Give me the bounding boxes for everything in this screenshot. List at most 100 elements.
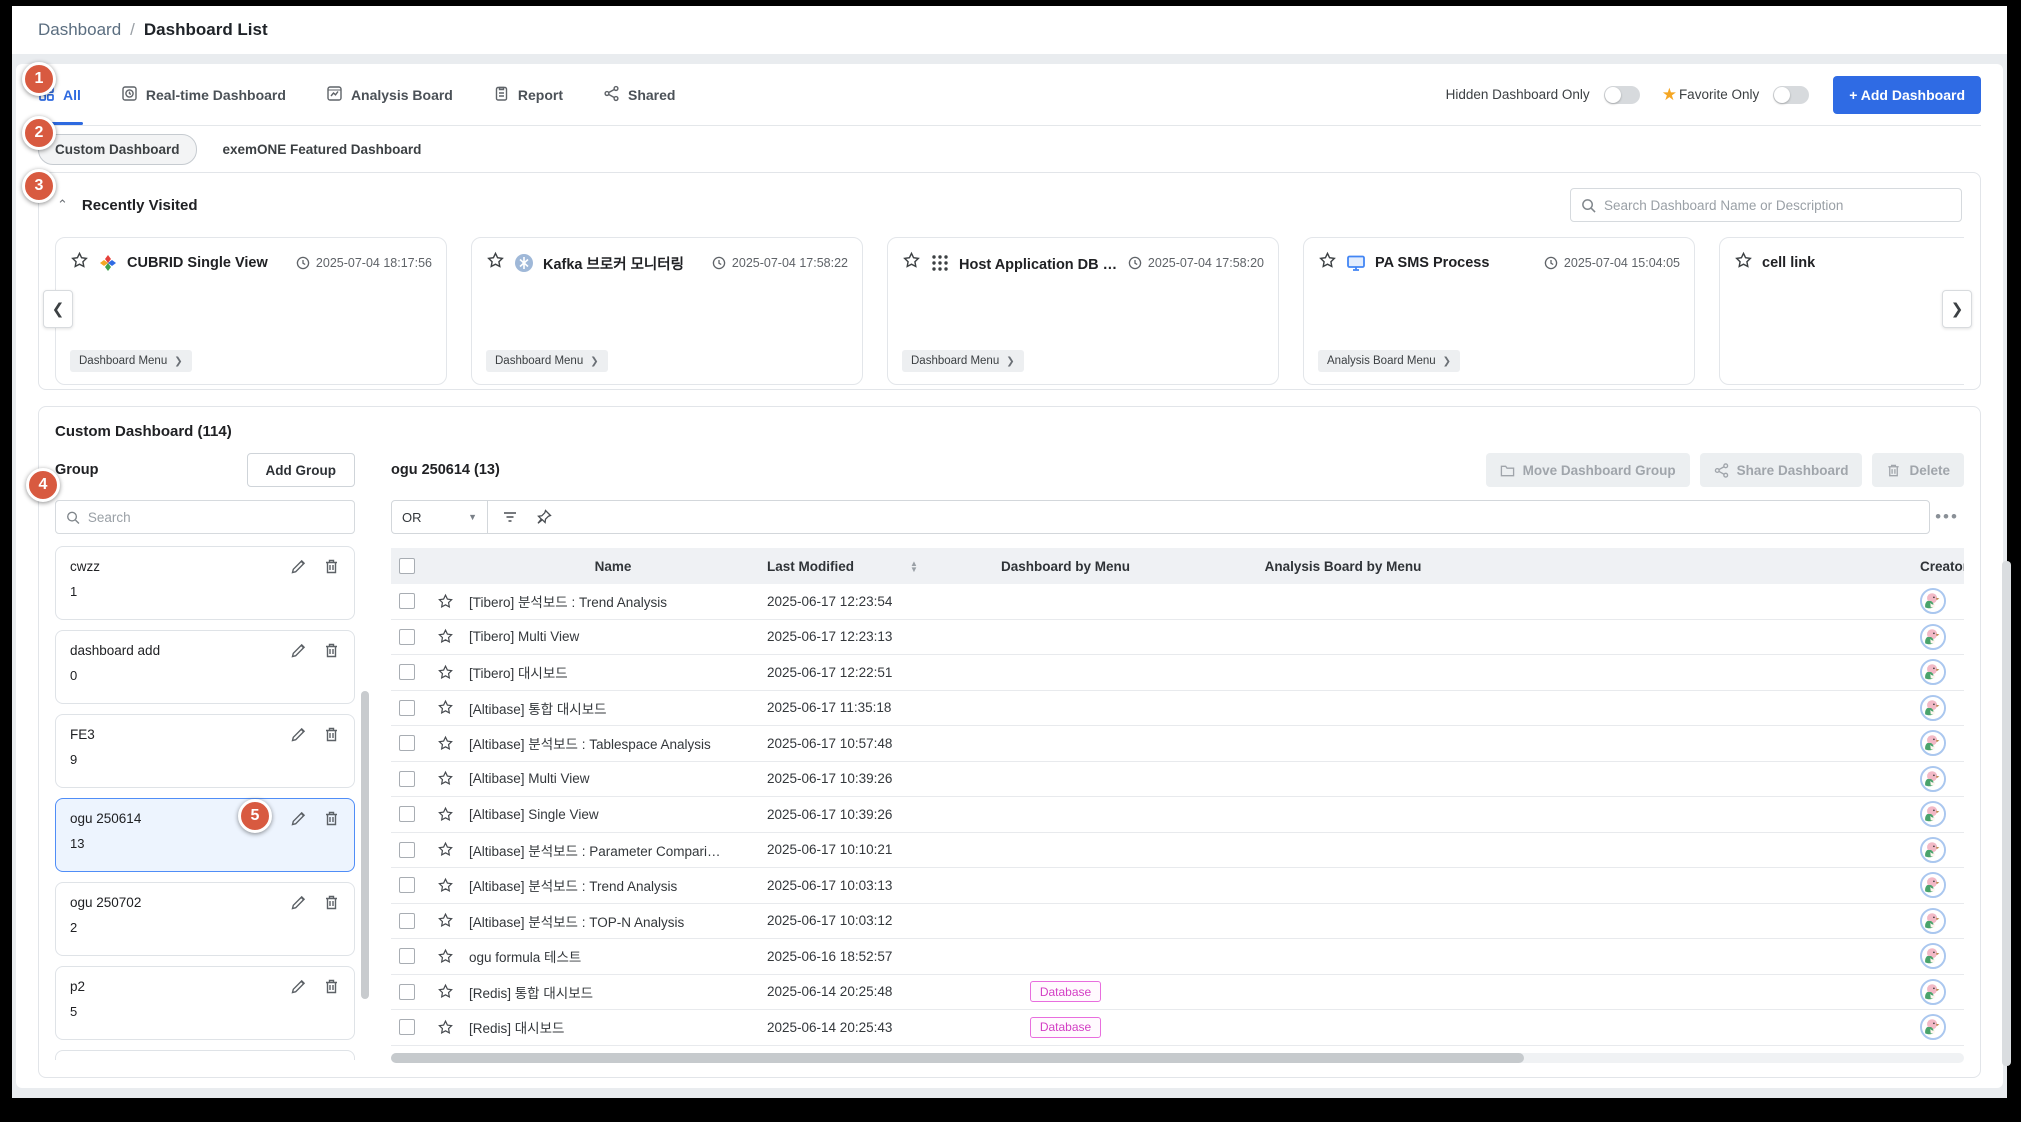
col-creator[interactable]: Creator (1920, 559, 1964, 574)
edit-pencil-icon[interactable] (290, 558, 307, 575)
favorite-star-icon[interactable] (427, 948, 463, 965)
dashboard-name[interactable]: [Altibase] 분석보드 : Trend Analysis (463, 875, 763, 895)
delete-trash-icon[interactable] (323, 894, 340, 911)
row-checkbox[interactable] (399, 735, 415, 751)
group-item[interactable]: cwzz 1 (55, 546, 355, 620)
favorite-star-icon[interactable] (70, 251, 89, 275)
tab[interactable]: Report (493, 64, 563, 125)
favorite-star-icon[interactable] (427, 877, 463, 894)
recent-dashboard-card[interactable]: PA SMS Process 2025-07-04 15:04:05 Analy… (1303, 237, 1695, 385)
favorite-star-icon[interactable] (486, 251, 505, 275)
group-item[interactable]: ogu 250702 2 (55, 882, 355, 956)
share-dashboard-button[interactable]: Share Dashboard (1700, 453, 1863, 487)
more-options-icon[interactable]: ••• (1930, 507, 1964, 527)
col-analysis-board-by-menu[interactable]: Analysis Board by Menu (1178, 559, 1508, 574)
row-checkbox[interactable] (399, 948, 415, 964)
delete-trash-icon[interactable] (323, 558, 340, 575)
favorite-star-icon[interactable] (427, 593, 463, 610)
dashboard-name[interactable]: [Redis] 통합 대시보드 (463, 982, 763, 1002)
table-row[interactable]: [Altibase] 분석보드 : Tablespace Analysis 20… (391, 726, 1964, 762)
table-row[interactable]: [Altibase] 분석보드 : TOP-N Analysis 2025-06… (391, 904, 1964, 940)
group-item[interactable]: p2 5 (55, 966, 355, 1040)
recent-dashboard-card[interactable]: Host Application DB 통합 … 2025-07-04 17:5… (887, 237, 1279, 385)
sort-icon[interactable]: ▲▼ (910, 561, 918, 572)
favorite-star-icon[interactable] (427, 770, 463, 787)
table-row[interactable]: [Altibase] 분석보드 : Parameter Compari… 202… (391, 833, 1964, 869)
dashboard-name[interactable]: [Altibase] 분석보드 : TOP-N Analysis (463, 911, 763, 931)
delete-trash-icon[interactable] (323, 726, 340, 743)
favorite-star-icon[interactable] (902, 251, 921, 275)
group-item[interactable]: ogu 250614 13 (55, 798, 355, 872)
table-row[interactable]: [Redis] 통합 대시보드 2025-06-14 20:25:48 Data… (391, 975, 1964, 1011)
carousel-prev-button[interactable]: ❮ (43, 290, 73, 328)
table-row[interactable]: [Tibero] 분석보드 : Trend Analysis 2025-06-1… (391, 584, 1964, 620)
recent-dashboard-card[interactable]: Kafka 브로커 모니터링 2025-07-04 17:58:22 Dashb… (471, 237, 863, 385)
delete-trash-icon[interactable] (323, 978, 340, 995)
row-checkbox[interactable] (399, 1019, 415, 1035)
table-row[interactable]: [Altibase] Single View 2025-06-17 10:39:… (391, 797, 1964, 833)
edit-pencil-icon[interactable] (290, 894, 307, 911)
table-row[interactable]: [Altibase] Multi View 2025-06-17 10:39:2… (391, 762, 1964, 798)
dashboard-name[interactable]: [Tibero] 분석보드 : Trend Analysis (463, 591, 763, 611)
dashboard-name[interactable]: ogu formula 테스트 (463, 946, 763, 966)
favorite-only-toggle[interactable] (1773, 86, 1809, 104)
col-name[interactable]: Name (463, 559, 763, 574)
table-row[interactable]: [Altibase] 통합 대시보드 2025-06-17 11:35:18 (391, 691, 1964, 727)
menu-chip[interactable]: Dashboard Menu ❯ (486, 350, 608, 372)
edit-pencil-icon[interactable] (290, 642, 307, 659)
row-checkbox[interactable] (399, 629, 415, 645)
menu-chip[interactable]: Dashboard Menu ❯ (70, 350, 192, 372)
favorite-star-icon[interactable] (427, 912, 463, 929)
table-row[interactable]: [Tibero] Multi View 2025-06-17 12:23:13 (391, 620, 1964, 656)
delete-button[interactable]: Delete (1872, 453, 1964, 487)
col-dashboard-by-menu[interactable]: Dashboard by Menu (953, 559, 1178, 574)
horizontal-scrollbar[interactable] (391, 1053, 1964, 1063)
add-dashboard-button[interactable]: + Add Dashboard (1833, 76, 1981, 114)
row-checkbox[interactable] (399, 664, 415, 680)
favorite-star-icon[interactable] (427, 735, 463, 752)
tab[interactable]: Shared (603, 64, 675, 125)
favorite-star-icon[interactable] (1318, 251, 1337, 275)
favorite-star-icon[interactable] (427, 983, 463, 1000)
group-item[interactable]: dashboard add 0 (55, 630, 355, 704)
group-search-input[interactable] (88, 510, 344, 525)
dashboard-name[interactable]: [Redis] 대시보드 (463, 1017, 763, 1037)
row-checkbox[interactable] (399, 700, 415, 716)
select-all-checkbox[interactable] (399, 558, 415, 574)
tab[interactable]: Real-time Dashboard (121, 64, 286, 125)
favorite-star-icon[interactable] (427, 1019, 463, 1036)
group-list-scrollbar[interactable] (361, 548, 369, 1060)
pin-icon[interactable] (536, 509, 552, 525)
row-checkbox[interactable] (399, 842, 415, 858)
table-row[interactable]: ogu formula 테스트 2025-06-16 18:52:57 (391, 939, 1964, 975)
row-checkbox[interactable] (399, 771, 415, 787)
edit-pencil-icon[interactable] (290, 978, 307, 995)
recent-dashboard-card[interactable]: cell link ❯ (1719, 237, 1964, 385)
row-checkbox[interactable] (399, 984, 415, 1000)
favorite-star-icon[interactable] (427, 699, 463, 716)
table-row[interactable]: [Tibero] 대시보드 2025-06-17 12:22:51 (391, 655, 1964, 691)
edit-pencil-icon[interactable] (290, 810, 307, 827)
dashboard-name[interactable]: [Tibero] Multi View (463, 629, 763, 644)
table-row[interactable]: [Altibase] 분석보드 : Trend Analysis 2025-06… (391, 868, 1964, 904)
row-checkbox[interactable] (399, 877, 415, 893)
row-checkbox[interactable] (399, 806, 415, 822)
menu-chip[interactable]: Analysis Board Menu ❯ (1318, 350, 1460, 372)
add-group-button[interactable]: Add Group (247, 453, 356, 487)
favorite-star-icon[interactable] (427, 841, 463, 858)
table-row[interactable]: [Redis] 대시보드 2025-06-14 20:25:43 Databas… (391, 1010, 1964, 1046)
favorite-star-icon[interactable] (427, 806, 463, 823)
vertical-scrollbar[interactable] (2002, 561, 2011, 1066)
recent-dashboard-card[interactable]: CUBRID Single View 2025-07-04 18:17:56 D… (55, 237, 447, 385)
collapse-chevron-up-icon[interactable]: ⌃ (57, 197, 68, 213)
dashboard-name[interactable]: [Altibase] Single View (463, 807, 763, 822)
delete-trash-icon[interactable] (323, 642, 340, 659)
dashboard-name[interactable]: [Altibase] 분석보드 : Parameter Compari… (463, 840, 763, 860)
hidden-dashboard-only-toggle[interactable] (1604, 86, 1640, 104)
col-last-modified[interactable]: Last Modified (767, 559, 854, 574)
edit-pencil-icon[interactable] (290, 726, 307, 743)
delete-trash-icon[interactable] (323, 810, 340, 827)
dashboard-name[interactable]: [Tibero] 대시보드 (463, 662, 763, 682)
favorite-star-icon[interactable] (427, 628, 463, 645)
move-dashboard-group-button[interactable]: Move Dashboard Group (1486, 453, 1690, 487)
